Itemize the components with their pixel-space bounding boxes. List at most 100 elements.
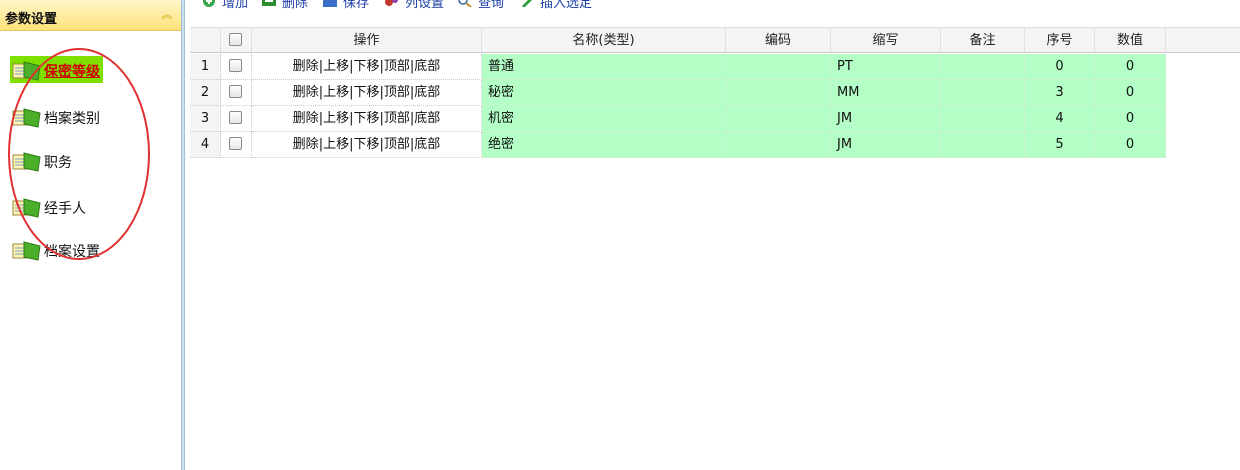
query-label: 查询 xyxy=(478,0,505,11)
panel-header: 参数设置 ︽ xyxy=(0,0,181,31)
row-action-link[interactable]: 底部 xyxy=(414,111,440,126)
sidebar-item-position[interactable]: 职务 xyxy=(8,147,173,175)
table-row[interactable]: 3 删除|上移|下移|顶部|底部 机密 JM 4 0 xyxy=(190,106,1166,132)
row-action-link[interactable]: 下移 xyxy=(353,59,379,74)
name-cell[interactable]: 绝密 xyxy=(482,132,726,158)
panel-splitter[interactable] xyxy=(181,0,185,470)
sequence-cell[interactable]: 5 xyxy=(1025,132,1095,158)
value-cell[interactable]: 0 xyxy=(1095,106,1166,132)
header-abbreviation[interactable]: 缩写 xyxy=(831,28,941,53)
remark-cell[interactable] xyxy=(941,80,1025,106)
row-checkbox[interactable] xyxy=(229,59,242,72)
row-actions: 删除|上移|下移|顶部|底部 xyxy=(252,80,482,106)
row-action-link[interactable]: 底部 xyxy=(414,85,440,100)
row-action-link[interactable]: 删除 xyxy=(293,137,319,152)
row-action-link[interactable]: 底部 xyxy=(414,137,440,152)
header-code[interactable]: 编码 xyxy=(726,28,831,53)
select-all-checkbox[interactable] xyxy=(229,33,242,46)
folder-file-icon xyxy=(12,61,41,81)
insert-selection-label: 插入选定 xyxy=(540,0,593,11)
header-name[interactable]: 名称(类型) xyxy=(482,28,726,53)
sequence-cell[interactable]: 3 xyxy=(1025,80,1095,106)
sidebar-item-archive-settings[interactable]: 档案设置 xyxy=(8,236,173,264)
row-action-link[interactable]: 删除 xyxy=(293,59,319,74)
name-cell[interactable]: 秘密 xyxy=(482,80,726,106)
panel-title: 参数设置 xyxy=(5,12,58,27)
row-checkbox[interactable] xyxy=(229,111,242,124)
header-actions[interactable]: 操作 xyxy=(252,28,482,53)
sidebar-item-handler[interactable]: 经手人 xyxy=(8,193,173,221)
row-action-link[interactable]: 上移 xyxy=(323,111,349,126)
search-icon xyxy=(458,0,472,7)
value-cell[interactable]: 0 xyxy=(1095,54,1166,80)
row-action-link[interactable]: 删除 xyxy=(293,111,319,126)
row-action-link[interactable]: 顶部 xyxy=(384,59,410,74)
abbreviation-cell[interactable]: MM xyxy=(831,80,941,106)
folder-file-icon xyxy=(12,198,41,218)
collapse-chevron-icon[interactable]: ︽ xyxy=(160,8,174,22)
row-action-link[interactable]: 上移 xyxy=(323,137,349,152)
row-action-link[interactable]: 顶部 xyxy=(384,85,410,100)
sequence-cell[interactable]: 0 xyxy=(1025,54,1095,80)
sidebar-item-archive-category[interactable]: 档案类别 xyxy=(8,103,173,131)
sidebar-item-label: 档案类别 xyxy=(44,111,100,127)
delete-icon xyxy=(262,0,276,6)
row-action-link[interactable]: 上移 xyxy=(323,85,349,100)
row-action-link[interactable]: 顶部 xyxy=(384,137,410,152)
add-label: 增加 xyxy=(222,0,249,11)
row-select-cell xyxy=(221,106,252,132)
remark-cell[interactable] xyxy=(941,132,1025,158)
value-cell[interactable]: 0 xyxy=(1095,132,1166,158)
table-row[interactable]: 4 删除|上移|下移|顶部|底部 绝密 JM 5 0 xyxy=(190,132,1166,158)
remark-cell[interactable] xyxy=(941,54,1025,80)
row-action-link[interactable]: 下移 xyxy=(353,137,379,152)
header-rownum xyxy=(190,28,221,53)
row-number: 2 xyxy=(190,80,221,106)
sidebar-item-secrecy-level[interactable]: 保密等级 xyxy=(8,56,173,84)
row-number: 4 xyxy=(190,132,221,158)
header-value[interactable]: 数值 xyxy=(1095,28,1166,53)
header-sequence[interactable]: 序号 xyxy=(1025,28,1095,53)
row-action-link[interactable]: 顶部 xyxy=(384,111,410,126)
code-cell[interactable] xyxy=(726,106,831,132)
save-label: 保存 xyxy=(343,0,370,11)
row-actions: 删除|上移|下移|顶部|底部 xyxy=(252,132,482,158)
name-cell[interactable]: 普通 xyxy=(482,54,726,80)
row-action-link[interactable]: 下移 xyxy=(353,85,379,100)
sidebar-item-label: 经手人 xyxy=(44,201,86,217)
abbreviation-cell[interactable]: JM xyxy=(831,106,941,132)
code-cell[interactable] xyxy=(726,80,831,106)
code-cell[interactable] xyxy=(726,132,831,158)
code-cell[interactable] xyxy=(726,54,831,80)
folder-file-icon xyxy=(12,241,41,261)
header-remark[interactable]: 备注 xyxy=(941,28,1025,53)
table-row[interactable]: 1 删除|上移|下移|顶部|底部 普通 PT 0 0 xyxy=(190,54,1166,80)
sidebar-item-label: 档案设置 xyxy=(44,244,100,260)
name-cell[interactable]: 机密 xyxy=(482,106,726,132)
row-checkbox[interactable] xyxy=(229,137,242,150)
row-number: 1 xyxy=(190,54,221,80)
add-icon xyxy=(203,0,215,7)
toolbar: 增加 删除 保存 列设置 查询 插入选定 xyxy=(190,0,1240,11)
row-action-link[interactable]: 删除 xyxy=(293,85,319,100)
value-cell[interactable]: 0 xyxy=(1095,80,1166,106)
abbreviation-cell[interactable]: JM xyxy=(831,132,941,158)
folder-file-icon xyxy=(12,108,41,128)
remark-cell[interactable] xyxy=(941,106,1025,132)
sequence-cell[interactable]: 4 xyxy=(1025,106,1095,132)
row-checkbox[interactable] xyxy=(229,85,242,98)
edit-pencil-icon xyxy=(522,0,532,7)
delete-label: 删除 xyxy=(282,0,309,11)
row-number: 3 xyxy=(190,106,221,132)
table-row[interactable]: 2 删除|上移|下移|顶部|底部 秘密 MM 3 0 xyxy=(190,80,1166,106)
row-action-link[interactable]: 底部 xyxy=(414,59,440,74)
row-actions: 删除|上移|下移|顶部|底部 xyxy=(252,106,482,132)
row-action-link[interactable]: 上移 xyxy=(323,59,349,74)
header-select-all xyxy=(221,28,252,53)
abbreviation-cell[interactable]: PT xyxy=(831,54,941,80)
save-icon xyxy=(323,0,337,7)
folder-file-icon xyxy=(12,152,41,172)
sidebar-item-label: 职务 xyxy=(44,155,72,171)
row-actions: 删除|上移|下移|顶部|底部 xyxy=(252,54,482,80)
row-action-link[interactable]: 下移 xyxy=(353,111,379,126)
